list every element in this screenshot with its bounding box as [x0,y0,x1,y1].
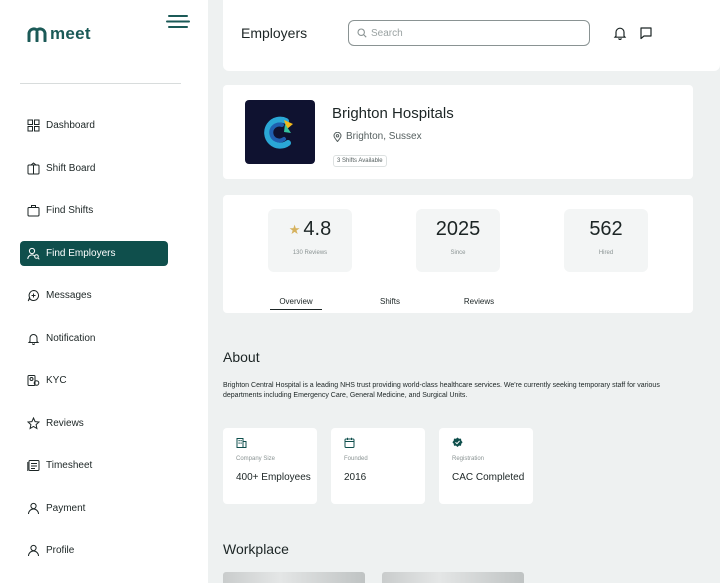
employer-location-text: Brighton, Sussex [346,131,422,142]
id-icon [27,374,40,387]
user-search-icon [27,247,40,260]
rating-reviews-count: 130 Reviews [292,250,328,256]
sidebar-item-label: Notification [46,332,96,344]
logo-text: meet [50,24,91,43]
calendar-icon [344,437,355,448]
hired-label: Hired [598,250,614,256]
shift-board-icon [27,161,40,175]
profile-icon [27,544,40,557]
logo[interactable]: meet [27,24,91,44]
sidebar-item-label: Find Employers [46,247,116,259]
sidebar-item-label: Timesheet [46,460,93,471]
tab-shifts[interactable]: Shifts [364,297,416,306]
company-size-label: Company Size [236,456,276,462]
sidebar-item-payment[interactable]: Payment [20,496,168,521]
tab-reviews[interactable]: Reviews [453,297,505,306]
sidebar-item-find-shifts[interactable]: Find Shifts [20,198,168,223]
bell-icon[interactable] [613,26,627,40]
sidebar-item-notification[interactable]: Notification [20,326,168,351]
since-stat: 2025 Since [416,209,500,272]
tab-overview[interactable]: Overview [270,297,322,310]
sidebar-item-reviews[interactable]: Reviews [20,411,168,436]
sidebar-item-profile[interactable]: Profile [20,538,168,563]
hired-value: 562 [589,218,623,240]
hired-stat: 562 Hired [564,209,648,272]
bell-icon [27,332,40,345]
founded-card: Founded 2016 [331,428,425,504]
sidebar-item-timesheet[interactable]: Timesheet [20,453,168,478]
workplace-image[interactable] [223,572,365,583]
payment-user-icon [27,502,40,515]
sidebar-item-label: Dashboard [46,120,95,131]
stats-card: ★ 4.8 130 Reviews 2025 Since 562 Hired O… [223,195,693,313]
workplace-heading: Workplace [223,541,289,557]
logo-mark-icon [27,27,47,42]
search-box[interactable] [348,20,590,46]
sidebar-item-dashboard[interactable]: Dashboard [20,113,168,138]
sidebar: meet Dashboard Shift Board Find Shifts F… [0,0,208,583]
grid-icon [27,119,40,132]
sidebar-item-label: Shift Board [46,162,96,174]
timesheet-icon [27,459,40,472]
message-icon [27,289,40,302]
founded-label: Founded [344,456,368,462]
rating-stat: ★ 4.8 130 Reviews [268,209,352,272]
employer-logo-icon [264,116,293,149]
employer-location: Brighton, Sussex [333,131,422,142]
employer-tabs: Overview Shifts Reviews [270,297,505,310]
briefcase-icon [27,204,40,217]
about-text: Brighton Central Hospital is a leading N… [223,382,660,399]
star-icon: ★ [288,221,301,237]
registration-label: Registration [452,456,485,462]
since-label: Since [450,250,466,256]
chat-icon[interactable] [639,26,653,40]
sidebar-item-label: Find Shifts [46,205,94,216]
page-title: Employers [241,25,308,41]
shifts-available-badge: 3 Shifts Available [333,155,387,167]
sidebar-item-label: Payment [46,502,86,514]
sidebar-item-label: Profile [46,545,75,556]
verified-badge-icon [452,437,463,447]
top-header: Employers [223,0,720,71]
rating-value: 4.8 [303,218,332,240]
company-size-card: Company Size 400+ Employees [223,428,317,504]
search-input[interactable] [371,27,571,39]
sidebar-item-find-employers[interactable]: Find Employers [20,240,168,266]
menu-toggle-icon[interactable] [166,13,190,31]
sidebar-item-shift-board[interactable]: Shift Board [20,156,168,181]
building-icon [236,438,247,448]
employer-logo [245,100,315,164]
employer-card: Brighton Hospitals Brighton, Sussex 3 Sh… [223,85,693,179]
sidebar-item-messages[interactable]: Messages [20,283,168,308]
registration-value: CAC Completed [452,472,525,483]
location-pin-icon [333,131,342,142]
sidebar-item-label: Messages [46,290,92,301]
sidebar-item-label: KYC [46,375,67,386]
employer-name: Brighton Hospitals [332,105,454,122]
company-size-value: 400+ Employees [236,472,311,483]
sidebar-divider [20,83,181,84]
workplace-image[interactable] [382,572,524,583]
search-icon [357,28,367,38]
sidebar-nav: Dashboard Shift Board Find Shifts Find E… [20,113,168,581]
registration-card: Registration CAC Completed [439,428,533,504]
sidebar-item-kyc[interactable]: KYC [20,368,168,393]
since-value: 2025 [435,218,481,240]
founded-value: 2016 [344,472,367,483]
sidebar-item-label: Reviews [46,417,84,429]
about-heading: About [223,349,260,365]
star-icon [27,416,40,430]
rating-value-row: ★ 4.8 [268,218,352,241]
